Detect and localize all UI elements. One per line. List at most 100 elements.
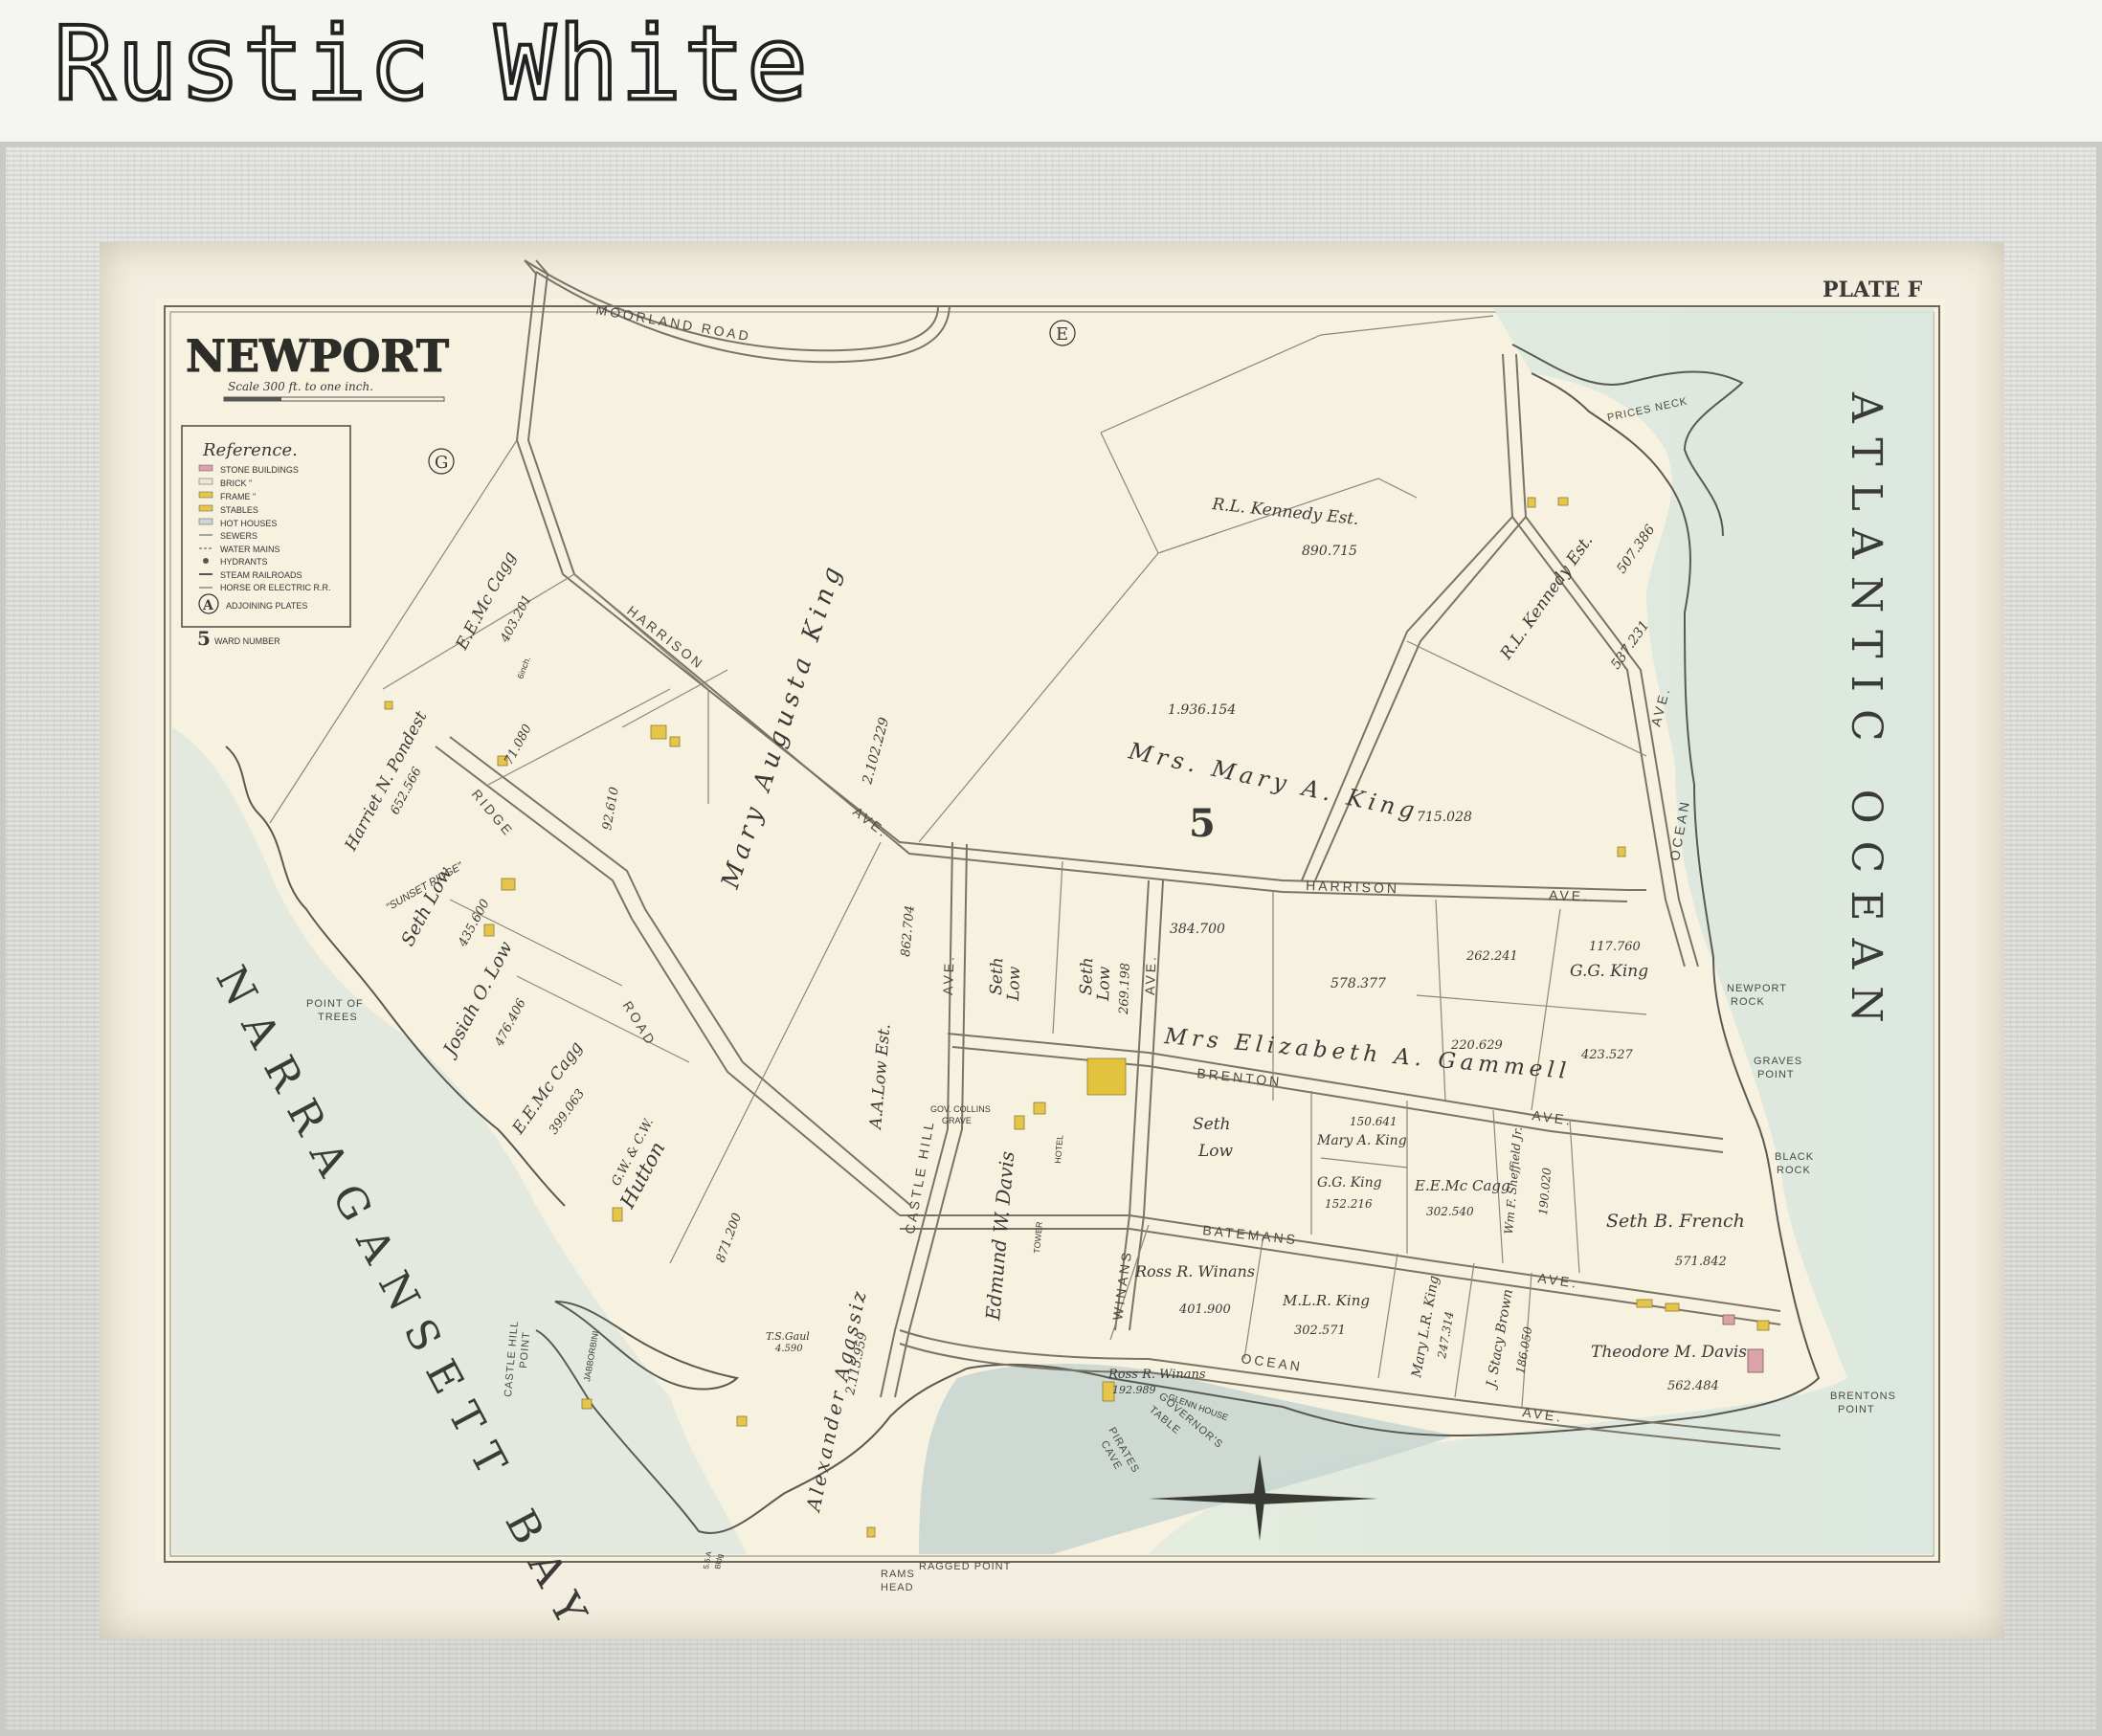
ocean-ave-ne-label: OCEAN (1666, 798, 1692, 862)
harrison-ave-label: HARRISON (1306, 878, 1399, 896)
area-label: 871.200 (714, 1212, 745, 1265)
area-label: 890.715 (1302, 544, 1357, 559)
owner-label: T.S.Gaul (766, 1330, 810, 1343)
owner-label: Ross R. Winans (1107, 1368, 1206, 1382)
area-label: 562.484 (1667, 1379, 1719, 1393)
legend-items: STONE BUILDINGS BRICK " FRAME " STABLES … (214, 465, 331, 646)
moorland-road-label: MOORLAND ROAD (594, 301, 752, 344)
area-label: 537.231 (1608, 618, 1652, 673)
ridge-road-label: ROAD (619, 998, 659, 1049)
harrison-ave-label: HARRISON (624, 603, 707, 673)
winans-ave-label: WINANS (1109, 1249, 1134, 1322)
area-label: 2.102.229 (860, 716, 892, 787)
area-label: 1.936.154 (1168, 702, 1236, 718)
owner-label: Mary Augusta King (716, 558, 849, 893)
prices-neck-label: PRICES NECK (1606, 395, 1688, 424)
legend-ward-symbol: 5 (197, 627, 211, 650)
landmark-label: JABBORBINI (582, 1330, 600, 1382)
newport-rock-label: NEWPORT (1727, 983, 1787, 994)
owner-label: E.E.Mc Cagg (1414, 1177, 1510, 1194)
legend-item: ADJOINING PLATES (226, 601, 307, 611)
bay-label: NARRAGANSETT BAY (206, 958, 603, 1647)
owner-label: Theodore M. Davis (1591, 1343, 1747, 1362)
owner-label: Seth B. French (1606, 1211, 1745, 1232)
area-label: 715.028 (1417, 810, 1472, 825)
rams-head-label: HEAD (881, 1582, 914, 1593)
area-label: 92.610 (600, 786, 622, 831)
ward-number: 5 (1189, 801, 1216, 846)
area-label: 401.900 (1178, 1302, 1231, 1317)
area-label: 578.377 (1331, 976, 1386, 991)
area-label: 435.600 (456, 897, 493, 949)
area-label: 247.314 (1435, 1310, 1457, 1360)
area-label: 262.241 (1465, 949, 1518, 964)
legend-heading: Reference. (202, 440, 298, 460)
legend-item: STABLES (220, 505, 258, 515)
ridge-road-label: RIDGE (469, 787, 517, 840)
legend-item: STONE BUILDINGS (220, 465, 299, 475)
owner-label: J. Stacy Brown (1484, 1288, 1516, 1391)
owner-label: Mrs. Mary A. King (1126, 737, 1421, 825)
batemans-ave-label: BATEMANS (1202, 1222, 1299, 1247)
owner-label: Low (1004, 966, 1024, 1002)
area-label: 476.406 (492, 996, 529, 1049)
brenton-ave-label: BRENTON (1196, 1065, 1283, 1089)
legend-adjoining-symbol: A (202, 598, 214, 613)
landmark-label: TOWER (1032, 1221, 1044, 1255)
owner-label: Alexander Agassiz (801, 1286, 871, 1515)
area-label: 423.527 (1580, 1048, 1633, 1062)
owner-label: A.A.Low Est. (866, 1023, 895, 1132)
landmark-label: HOTEL (1053, 1134, 1065, 1164)
area-label: 150.641 (1350, 1115, 1398, 1128)
black-rock-label: BLACK (1775, 1151, 1814, 1163)
owner-label: R.L. Kennedy Est. (1496, 531, 1597, 663)
owner-label: Mary L.R. King (1409, 1275, 1442, 1380)
owner-label: M.L.R. King (1282, 1292, 1370, 1309)
area-label: 71.080 (502, 723, 535, 768)
area-label: 186.050 (1513, 1325, 1534, 1375)
legend-item: STEAM RAILROADS (220, 570, 302, 580)
owner-label: R.L. Kennedy Est. (1210, 495, 1359, 529)
area-label: 152.216 (1325, 1197, 1373, 1211)
batemans-ave-label: AVE. (1537, 1270, 1580, 1291)
harrison-ave-label: AVE. (1549, 887, 1590, 903)
area-label: 302.540 (1426, 1205, 1474, 1218)
gauge-note: 6inch. (515, 656, 532, 680)
landmark-label: GOV. COLLINS (930, 1104, 991, 1114)
legend-item: BRICK " (220, 479, 252, 488)
small-label: Bldg (713, 1553, 725, 1569)
owner-label: Mary A. King (1316, 1133, 1407, 1148)
legend-item: HORSE OR ELECTRIC R.R. (220, 583, 331, 592)
owner-label: Seth Low (397, 863, 457, 949)
owner-label: G.G. King (1570, 962, 1648, 981)
area-label: 190.020 (1536, 1167, 1554, 1215)
map-labels: PLATE F NEWPORT Scale 300 ft. to one inc… (186, 278, 1923, 1648)
area-label: 403.201 (498, 592, 535, 645)
castle-hill-ave-label: AVE. (940, 954, 956, 995)
small-label: 5.5.A (702, 1550, 713, 1570)
brentons-point-label: BRENTONS (1830, 1391, 1896, 1402)
adjoining-plate-g: G (435, 453, 448, 473)
map-scale: Scale 300 ft. to one inch. (228, 380, 373, 393)
ocean-label: ATLANTIC OCEAN (1842, 391, 1890, 1040)
ragged-point-label: RAGGED POINT (919, 1561, 1011, 1572)
point-of-trees-label: POINT OF (306, 998, 364, 1010)
castle-hill-point-label: POINT (518, 1331, 532, 1369)
area-label: 269.198 (1117, 963, 1133, 1015)
legend-item: SEWERS (220, 531, 257, 541)
area-label: 507.386 (1614, 523, 1658, 577)
area-label: 862.704 (899, 904, 918, 957)
area-label: 117.760 (1589, 940, 1641, 954)
black-rock-label: ROCK (1777, 1165, 1811, 1176)
rams-head-label: RAMS (881, 1569, 915, 1580)
legend-item: FRAME " (220, 492, 256, 501)
landmark-label: GRAVE (942, 1116, 972, 1125)
ocean-ave-label: OCEAN (1241, 1350, 1304, 1374)
area-label: 4.590 (774, 1344, 803, 1354)
owner-label: G.G. King (1317, 1175, 1382, 1191)
area-label: 571.842 (1675, 1255, 1727, 1269)
legend-item: HOT HOUSES (220, 519, 277, 528)
owner-label: Ross R. Winans (1134, 1262, 1255, 1280)
owner-label: Edmund W. Davis (981, 1150, 1018, 1322)
area-label: 192.989 (1112, 1384, 1156, 1396)
